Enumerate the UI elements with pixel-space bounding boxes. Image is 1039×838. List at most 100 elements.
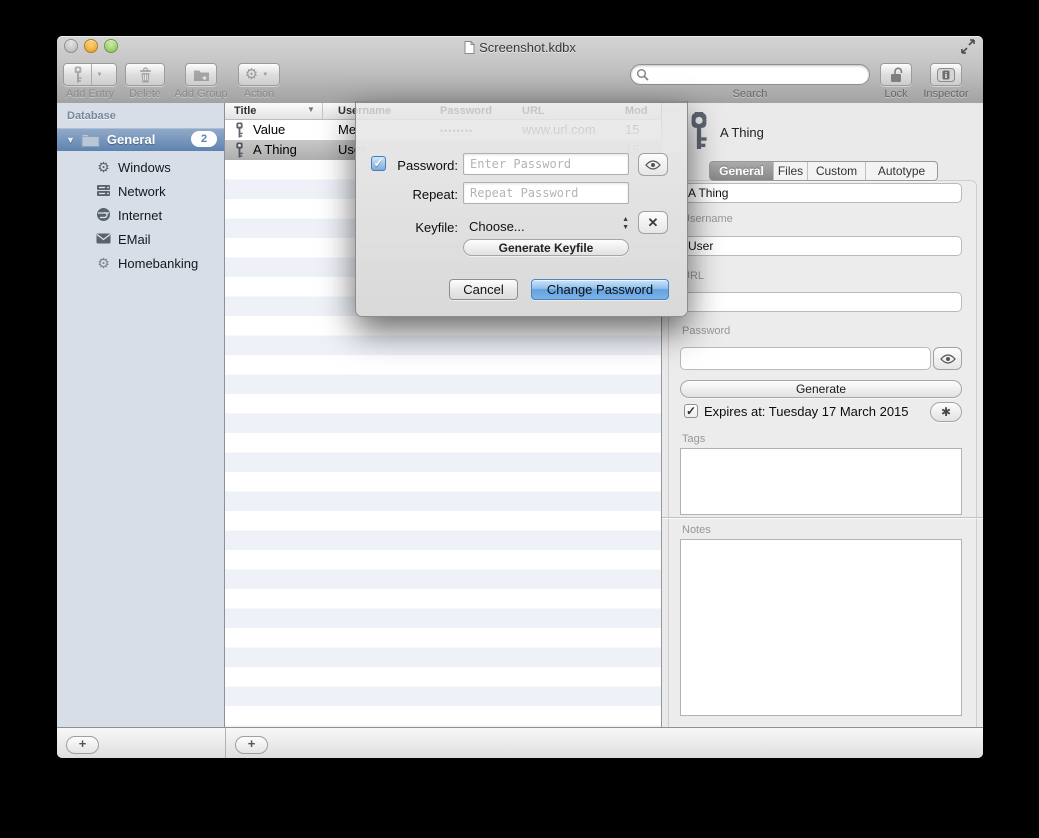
delete-label: Delete (123, 88, 167, 100)
key-icon (73, 66, 83, 83)
fullscreen-icon[interactable] (960, 39, 976, 54)
tab-autotype[interactable]: Autotype (866, 162, 937, 180)
cell-title: Value (253, 122, 285, 137)
envelope-icon (95, 232, 112, 246)
sidebar-item-label: Homebanking (118, 256, 198, 271)
expires-label: Expires at: Tuesday 17 March 2015 (704, 404, 909, 419)
add-group-plus-button[interactable]: + (66, 736, 99, 754)
inspector-entry-title: A Thing (720, 125, 764, 140)
expires-checkbox[interactable]: ✓ (684, 404, 698, 418)
column-header-title[interactable]: Title (234, 105, 256, 117)
generate-password-button[interactable]: Generate (680, 380, 962, 398)
url-input[interactable] (680, 292, 962, 312)
inspector-tabs: General Files Custom Autotype (709, 161, 938, 181)
eye-icon (645, 160, 661, 170)
sidebar-item-label: Internet (118, 208, 162, 223)
tags-input[interactable] (680, 448, 962, 515)
search-input[interactable] (630, 64, 870, 85)
sheet-keyfile-label: Keyfile: (383, 220, 458, 235)
sidebar-item-label: Windows (118, 160, 171, 175)
close-x-icon: ✕ (648, 215, 659, 231)
gear-icon: ⚙ (245, 67, 258, 82)
add-entry-label: Add Entry (57, 88, 123, 100)
search-label: Search (630, 88, 870, 100)
disclosure-triangle-icon[interactable]: ▼ (66, 135, 75, 145)
password-label: Password (682, 325, 730, 337)
gear-icon: ⚙ (95, 160, 112, 174)
chevron-down-icon[interactable]: ▼ (92, 72, 108, 78)
server-icon (95, 184, 112, 199)
sidebar-item-email[interactable]: EMail (57, 227, 224, 251)
sheet-password-label: Password: (383, 158, 458, 173)
add-group-button[interactable] (185, 63, 217, 86)
reveal-password-button[interactable] (638, 153, 668, 176)
globe-icon (95, 207, 112, 224)
window-title: Screenshot.kdbx (479, 40, 576, 55)
sort-indicator-icon: ▼ (307, 105, 315, 114)
unlock-icon (889, 67, 904, 83)
notes-input[interactable] (680, 539, 962, 716)
sidebar: Database ▼ General 2 ⚙ Windows (57, 103, 225, 727)
notes-label: Notes (682, 524, 711, 536)
column-divider[interactable] (322, 103, 323, 119)
sidebar-group-badge: 2 (191, 131, 217, 147)
sidebar-item-homebanking[interactable]: ⚙ Homebanking (57, 251, 224, 275)
window-chrome: Screenshot.kdbx ▼ Add Entry Delete (57, 36, 983, 104)
sidebar-group-general[interactable]: ▼ General 2 (57, 128, 224, 151)
sidebar-item-network[interactable]: Network (57, 179, 224, 203)
footer-bar: + + (57, 727, 983, 758)
key-icon (688, 112, 710, 150)
folder-plus-icon (193, 68, 210, 82)
key-icon (235, 142, 244, 158)
change-password-button[interactable]: Change Password (531, 279, 669, 300)
info-icon: i (937, 68, 955, 82)
keyfile-popup-value: Choose... (469, 219, 525, 234)
sidebar-item-internet[interactable]: Internet (57, 203, 224, 227)
document-icon (464, 41, 475, 54)
cell-title: A Thing (253, 142, 297, 157)
action-button[interactable]: ⚙ ▼ (238, 63, 280, 86)
add-entry-button[interactable]: ▼ (63, 63, 117, 86)
keyfile-popup[interactable]: Choose... ▲▼ (463, 214, 633, 238)
password-input[interactable] (680, 347, 931, 370)
inspector-button[interactable]: i (930, 63, 962, 86)
add-entry-plus-button[interactable]: + (235, 736, 268, 754)
footer-divider (225, 728, 226, 758)
chevron-down-icon[interactable]: ▼ (258, 72, 273, 78)
generate-keyfile-button[interactable]: Generate Keyfile (463, 239, 629, 256)
username-label: Username (682, 213, 733, 225)
folder-icon (81, 132, 100, 147)
reveal-password-button[interactable] (933, 347, 962, 370)
sheet-password-input[interactable] (463, 153, 629, 175)
inspector-divider (662, 517, 983, 518)
lock-button[interactable] (880, 63, 912, 86)
expires-options-button[interactable]: ✱ (930, 402, 962, 422)
sidebar-header: Database (67, 110, 116, 122)
cancel-button[interactable]: Cancel (449, 279, 518, 300)
tags-label: Tags (682, 433, 705, 445)
title-input[interactable] (680, 183, 962, 203)
clear-keyfile-button[interactable]: ✕ (638, 211, 668, 234)
window-title-bar: Screenshot.kdbx (57, 40, 983, 55)
search-icon (636, 68, 649, 81)
sheet-repeat-input[interactable] (463, 182, 629, 204)
delete-button[interactable] (125, 63, 165, 86)
cell-username: Me (338, 122, 356, 137)
username-input[interactable] (680, 236, 962, 256)
app-window: Screenshot.kdbx ▼ Add Entry Delete (57, 36, 983, 758)
tab-general[interactable]: General (710, 162, 774, 180)
sidebar-group-label: General (107, 132, 155, 147)
key-icon (235, 122, 244, 138)
inspector-panel: A Thing General Files Custom Autotype Us… (661, 103, 983, 727)
tab-files[interactable]: Files (774, 162, 808, 180)
tab-custom[interactable]: Custom (808, 162, 866, 180)
sidebar-item-label: EMail (118, 232, 151, 247)
gear-icon: ⚙ (95, 256, 112, 270)
eye-icon (940, 354, 956, 364)
sidebar-item-windows[interactable]: ⚙ Windows (57, 155, 224, 179)
add-group-label: Add Group (170, 88, 232, 100)
search-field-wrap (630, 64, 870, 85)
gear-icon: ✱ (941, 405, 951, 419)
action-label: Action (238, 88, 280, 100)
inspector-label: Inspector (915, 88, 977, 100)
